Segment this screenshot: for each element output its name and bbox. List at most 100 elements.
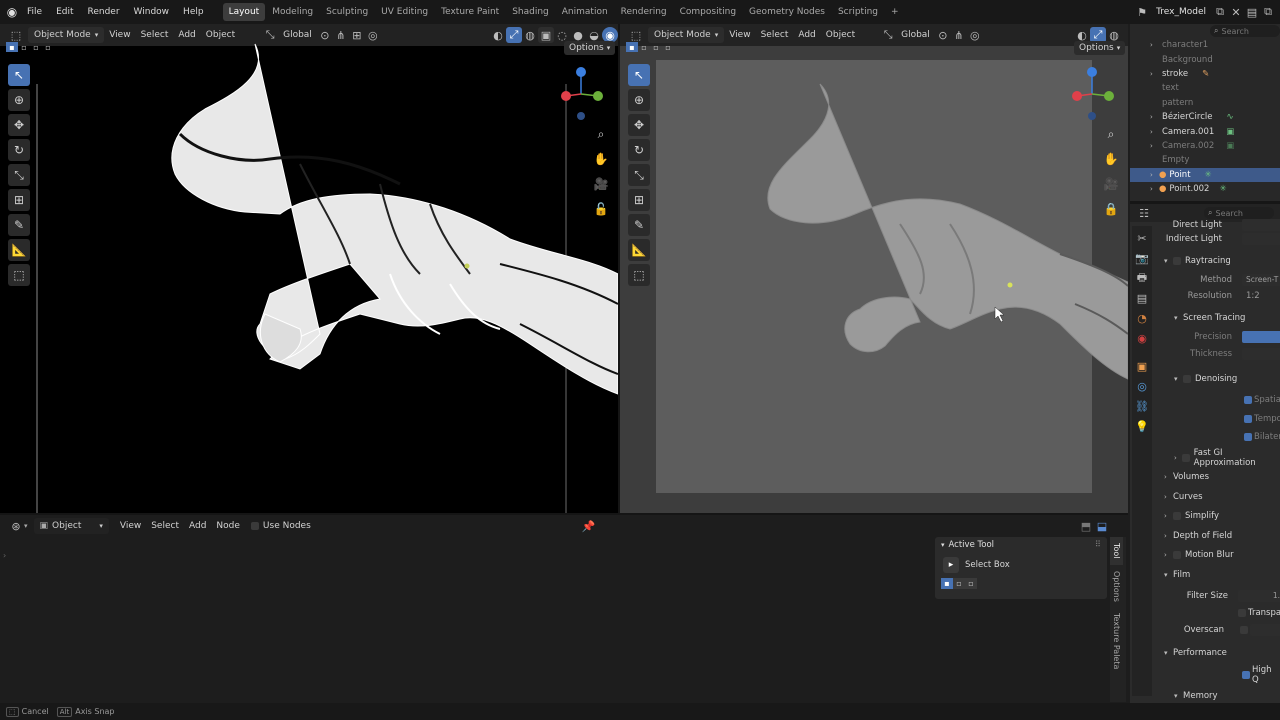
tab-geometry-nodes[interactable]: Geometry Nodes bbox=[743, 3, 831, 21]
resolution-value[interactable]: 1:2 bbox=[1246, 291, 1260, 301]
select-new-icon[interactable]: ▪ bbox=[941, 578, 953, 589]
motion-blur-checkbox[interactable] bbox=[1173, 551, 1181, 560]
scene-icon[interactable]: ⚑ bbox=[1134, 4, 1150, 20]
high-quality-checkbox[interactable] bbox=[1242, 670, 1250, 679]
lock-icon[interactable]: 🔓 bbox=[591, 199, 611, 219]
scene-name[interactable]: Trex_Model bbox=[1156, 7, 1206, 17]
chevron-right-icon[interactable]: › bbox=[1150, 142, 1159, 150]
panel-raytracing[interactable]: ▾ Raytracing bbox=[1154, 251, 1280, 271]
collapsed-toolbar-arrow-icon[interactable]: › bbox=[3, 551, 6, 560]
menu-select[interactable]: Select bbox=[146, 517, 184, 535]
tab-modeling[interactable]: Modeling bbox=[266, 3, 319, 21]
outliner-row[interactable]: › Camera.002 ▣ bbox=[1130, 139, 1280, 153]
pan-hand-icon[interactable]: ✋ bbox=[591, 149, 611, 169]
view-layer-options-icon[interactable]: ⧉ bbox=[1260, 4, 1276, 20]
outliner-row[interactable]: text bbox=[1130, 81, 1280, 95]
add-cube-tool-icon[interactable]: ⬚ bbox=[628, 264, 650, 286]
active-tool-row[interactable]: ▸ Select Box bbox=[943, 555, 1107, 575]
navigation-gizmo[interactable] bbox=[1067, 64, 1117, 124]
menu-render[interactable]: Render bbox=[81, 0, 127, 24]
denoising-checkbox[interactable] bbox=[1183, 374, 1191, 383]
viewport-left[interactable]: ⬚ Object Mode ▾ View Select Add Object ⤡… bbox=[0, 24, 618, 513]
panel-volumes[interactable]: › Volumes bbox=[1154, 468, 1280, 488]
select-extend-icon[interactable]: ▫ bbox=[953, 578, 965, 589]
panel-curves[interactable]: › Curves bbox=[1154, 487, 1280, 507]
outliner-row[interactable]: › stroke ✎ bbox=[1130, 67, 1280, 81]
filter-size-field[interactable]: 1. bbox=[1238, 590, 1280, 603]
chevron-right-icon[interactable]: › bbox=[1150, 185, 1159, 193]
menu-help[interactable]: Help bbox=[176, 0, 211, 24]
scene-tab-icon[interactable]: ◔ bbox=[1134, 310, 1150, 326]
add-workspace-button[interactable]: + bbox=[885, 3, 905, 21]
camera-view-icon[interactable]: 🎥 bbox=[591, 174, 611, 194]
render-tab-icon[interactable]: 📷 bbox=[1134, 250, 1150, 266]
outliner-row[interactable]: › character1 bbox=[1130, 38, 1280, 52]
select-subtract-icon[interactable]: ▫ bbox=[965, 578, 977, 589]
tab-texture-paint[interactable]: Texture Paint bbox=[435, 3, 505, 21]
physics-tab-icon[interactable]: ◎ bbox=[1134, 378, 1150, 394]
outliner-row[interactable]: Empty bbox=[1130, 153, 1280, 167]
transform-tool-icon[interactable]: ⊞ bbox=[628, 189, 650, 211]
overscan-field[interactable] bbox=[1250, 623, 1280, 636]
object-type-dropdown[interactable]: ▣ Object ▾ bbox=[33, 518, 109, 534]
world-tab-icon[interactable]: ◉ bbox=[1134, 330, 1150, 346]
panel-fast-gi[interactable]: › Fast GI Approximation bbox=[1154, 448, 1280, 468]
lock-icon[interactable]: 🔒 bbox=[1101, 199, 1121, 219]
raytracing-checkbox[interactable] bbox=[1173, 256, 1181, 265]
menu-window[interactable]: Window bbox=[127, 0, 177, 24]
outliner-row-selected[interactable]: › ● Point ✳ bbox=[1130, 167, 1280, 182]
panel-performance[interactable]: ▾ Performance bbox=[1154, 644, 1280, 664]
view-layer-icon[interactable]: ▤ bbox=[1244, 4, 1260, 20]
pan-hand-icon[interactable]: ✋ bbox=[1101, 149, 1121, 169]
blender-logo-icon[interactable]: ◉ bbox=[4, 4, 20, 20]
chevron-right-icon[interactable]: › bbox=[1150, 70, 1159, 78]
tab-shading[interactable]: Shading bbox=[506, 3, 555, 21]
chevron-right-icon[interactable]: › bbox=[1150, 171, 1159, 179]
output-tab-icon[interactable]: 🖶 bbox=[1134, 270, 1150, 286]
tab-rendering[interactable]: Rendering bbox=[615, 3, 673, 21]
spatial-checkbox[interactable] bbox=[1244, 396, 1252, 405]
panel-depth-of-field[interactable]: › Depth of Field bbox=[1154, 526, 1280, 546]
tab-scripting[interactable]: Scripting bbox=[832, 3, 884, 21]
panel-motion-blur[interactable]: › Motion Blur bbox=[1154, 546, 1280, 566]
chevron-right-icon[interactable]: › bbox=[1150, 41, 1159, 49]
outliner-row[interactable]: › BézierCircle ∿ bbox=[1130, 110, 1280, 124]
tool-tab-icon[interactable]: ✂ bbox=[1134, 230, 1150, 246]
tab-animation[interactable]: Animation bbox=[556, 3, 614, 21]
use-nodes-checkbox[interactable] bbox=[250, 522, 259, 530]
scale-tool-icon[interactable]: ⤡ bbox=[628, 164, 650, 186]
temporal-checkbox[interactable] bbox=[1244, 415, 1252, 423]
precision-slider[interactable] bbox=[1242, 331, 1280, 344]
measure-tool-icon[interactable]: 📐 bbox=[628, 239, 650, 261]
menu-edit[interactable]: Edit bbox=[49, 0, 80, 24]
chevron-right-icon[interactable]: › bbox=[1150, 128, 1159, 136]
cursor-tool-icon[interactable]: ⊕ bbox=[628, 89, 650, 111]
panel-screen-tracing[interactable]: ▾ Screen Tracing bbox=[1154, 308, 1280, 328]
navigation-gizmo[interactable] bbox=[556, 64, 606, 124]
menu-add[interactable]: Add bbox=[184, 517, 211, 535]
drag-handle-icon[interactable]: ⠿ bbox=[1095, 540, 1101, 550]
overscan-checkbox[interactable] bbox=[1240, 625, 1248, 634]
panel-simplify[interactable]: › Simplify bbox=[1154, 507, 1280, 527]
panel-film[interactable]: ▾ Film bbox=[1154, 565, 1280, 585]
constraints-tab-icon[interactable]: ⛓ bbox=[1134, 398, 1150, 414]
select-box-tool-icon[interactable]: ↖ bbox=[628, 64, 650, 86]
node-editor-type-icon[interactable]: ⊛ bbox=[8, 518, 24, 534]
overlay-icon[interactable]: ⬒ bbox=[1078, 518, 1094, 534]
view-layer-tab-icon[interactable]: ▤ bbox=[1134, 290, 1150, 306]
outliner-row[interactable]: › Camera.001 ▣ bbox=[1130, 124, 1280, 138]
panel-denoising[interactable]: ▾ Denoising bbox=[1154, 369, 1280, 389]
chevron-down-icon[interactable]: ▾ bbox=[941, 541, 945, 549]
menu-file[interactable]: File bbox=[20, 0, 49, 24]
zoom-icon[interactable]: ⌕ bbox=[1101, 124, 1121, 144]
light-data-tab-icon[interactable]: 💡 bbox=[1134, 418, 1150, 434]
tab-uv-editing[interactable]: UV Editing bbox=[375, 3, 434, 21]
viewport-right[interactable]: ⬚ Object Mode ▾ View Select Add Object ⤡… bbox=[620, 24, 1128, 513]
method-dropdown[interactable]: Screen-T bbox=[1242, 274, 1280, 287]
sidebar-tab-tool[interactable]: Tool bbox=[1110, 537, 1123, 565]
sidebar-tab-options[interactable]: Options bbox=[1110, 565, 1123, 608]
thickness-field[interactable] bbox=[1242, 348, 1280, 360]
zoom-icon[interactable]: ⌕ bbox=[591, 124, 611, 144]
sidebar-tab-texture-paleta[interactable]: Texture Paleta bbox=[1110, 607, 1123, 675]
camera-view-icon[interactable]: 🎥 bbox=[1101, 174, 1121, 194]
